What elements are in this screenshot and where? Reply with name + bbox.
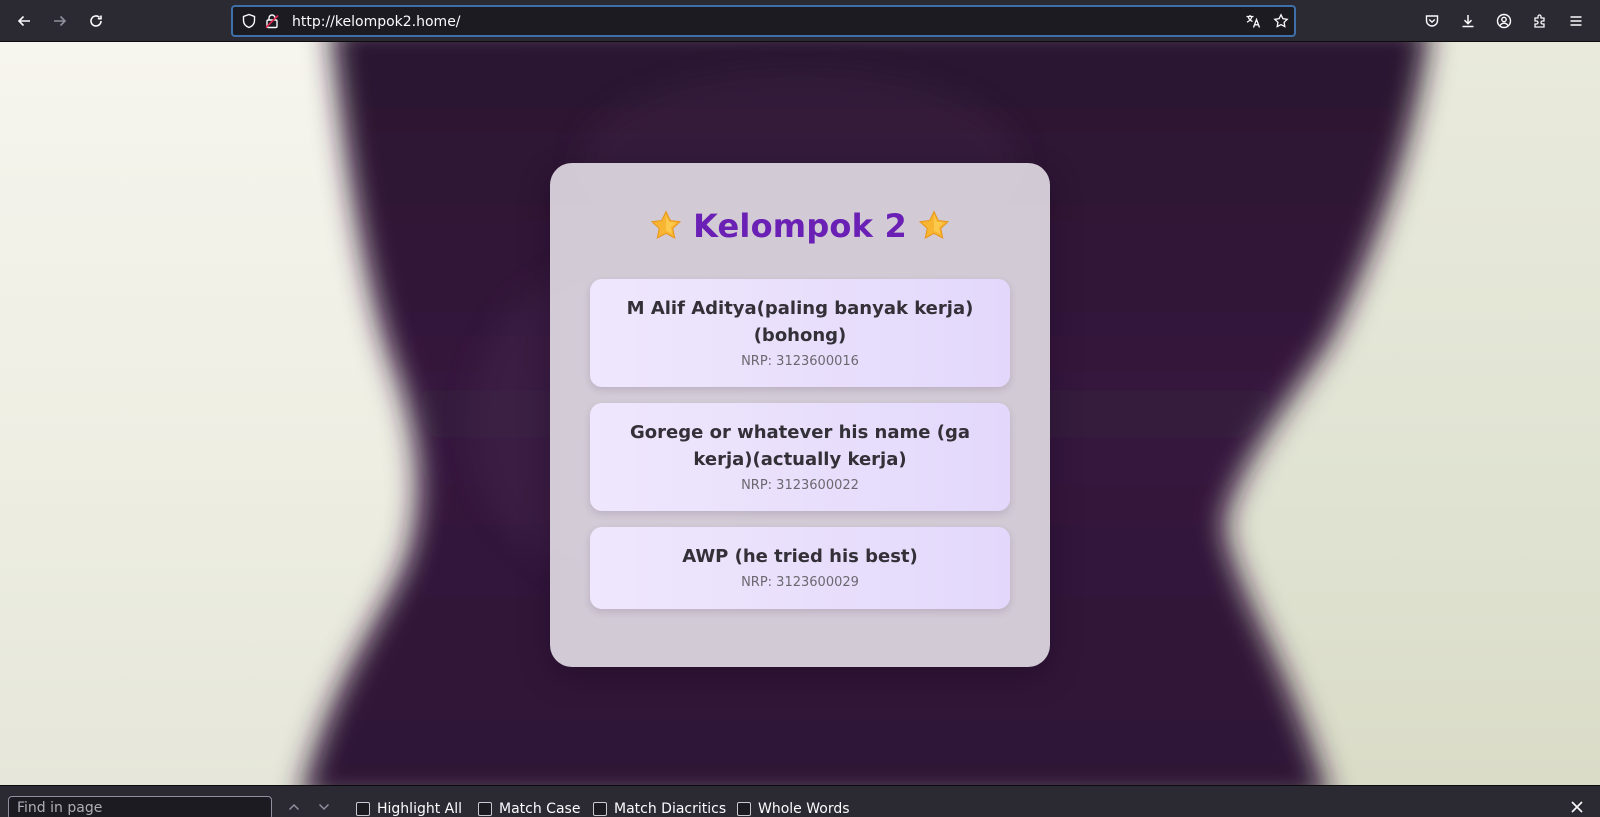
reload-button[interactable] [80, 5, 112, 37]
page-title: Kelompok 2 [550, 203, 1050, 249]
member-card: AWP (he tried his best) NRP: 3123600029 [590, 527, 1010, 609]
chevron-down-icon [318, 803, 330, 811]
translate-icon[interactable] [1245, 13, 1261, 29]
whole-words-label: Whole Words [758, 801, 850, 817]
star-icon [650, 210, 682, 239]
match-diacritics-checkbox[interactable] [593, 802, 607, 816]
find-close-button[interactable] [1568, 798, 1586, 816]
find-previous-button[interactable] [282, 798, 306, 816]
match-diacritics-label: Match Diacritics [614, 801, 727, 817]
match-case-option[interactable]: Match Case [478, 800, 580, 817]
whole-words-checkbox[interactable] [737, 802, 751, 816]
pocket-button[interactable] [1416, 5, 1448, 37]
url-text[interactable]: http://kelompok2.home/ [292, 12, 461, 32]
chevron-up-icon [288, 803, 300, 811]
find-bar: Highlight All Match Case Match Diacritic… [0, 785, 1600, 817]
member-nrp: NRP: 3123600029 [741, 575, 859, 590]
forward-arrow-icon [54, 15, 67, 27]
tracking-shield-icon[interactable] [241, 13, 257, 29]
match-case-checkbox[interactable] [478, 802, 492, 816]
url-bar[interactable]: http://kelompok2.home/ [231, 5, 1296, 37]
match-case-label: Match Case [499, 801, 581, 817]
title-text: Kelompok 2 [693, 207, 907, 245]
member-name: AWP (he tried his best) [682, 546, 918, 567]
highlight-all-option[interactable]: Highlight All [356, 800, 462, 817]
highlight-all-label: Highlight All [377, 801, 463, 817]
member-card: Gorege or whatever his name (ga kerja)(a… [590, 403, 1010, 511]
account-icon [1496, 13, 1512, 29]
downloads-icon [1462, 15, 1474, 28]
find-input[interactable] [8, 796, 272, 817]
downloads-button[interactable] [1452, 5, 1484, 37]
back-arrow-icon [17, 15, 30, 27]
close-icon [1571, 801, 1583, 813]
forward-button[interactable] [44, 5, 76, 37]
star-icon [918, 210, 950, 239]
extensions-icon [1534, 14, 1545, 28]
whole-words-option[interactable]: Whole Words [737, 800, 850, 817]
member-name: Gorege or whatever his name (ga kerja)(a… [630, 422, 970, 470]
pocket-icon [1425, 15, 1439, 27]
app-menu-button[interactable] [1560, 5, 1592, 37]
member-nrp: NRP: 3123600016 [741, 354, 859, 369]
highlight-all-checkbox[interactable] [356, 802, 370, 816]
member-name: M Alif Aditya(paling banyak kerja)(bohon… [626, 298, 974, 346]
browser-toolbar: http://kelompok2.home/ [0, 0, 1600, 42]
account-button[interactable] [1488, 5, 1520, 37]
find-next-button[interactable] [312, 798, 336, 816]
group-card: Kelompok 2 M Alif Aditya(paling banyak k… [550, 163, 1050, 667]
insecure-lock-icon[interactable] [264, 13, 280, 29]
member-nrp: NRP: 3123600022 [741, 478, 859, 493]
match-diacritics-option[interactable]: Match Diacritics [593, 800, 726, 817]
page-viewport: Kelompok 2 M Alif Aditya(paling banyak k… [0, 42, 1600, 785]
bookmark-star-icon[interactable] [1273, 13, 1289, 29]
hamburger-menu-icon [1570, 16, 1582, 26]
extensions-button[interactable] [1524, 5, 1556, 37]
back-button[interactable] [8, 5, 40, 37]
member-card: M Alif Aditya(paling banyak kerja)(bohon… [590, 279, 1010, 387]
reload-icon [90, 15, 102, 27]
